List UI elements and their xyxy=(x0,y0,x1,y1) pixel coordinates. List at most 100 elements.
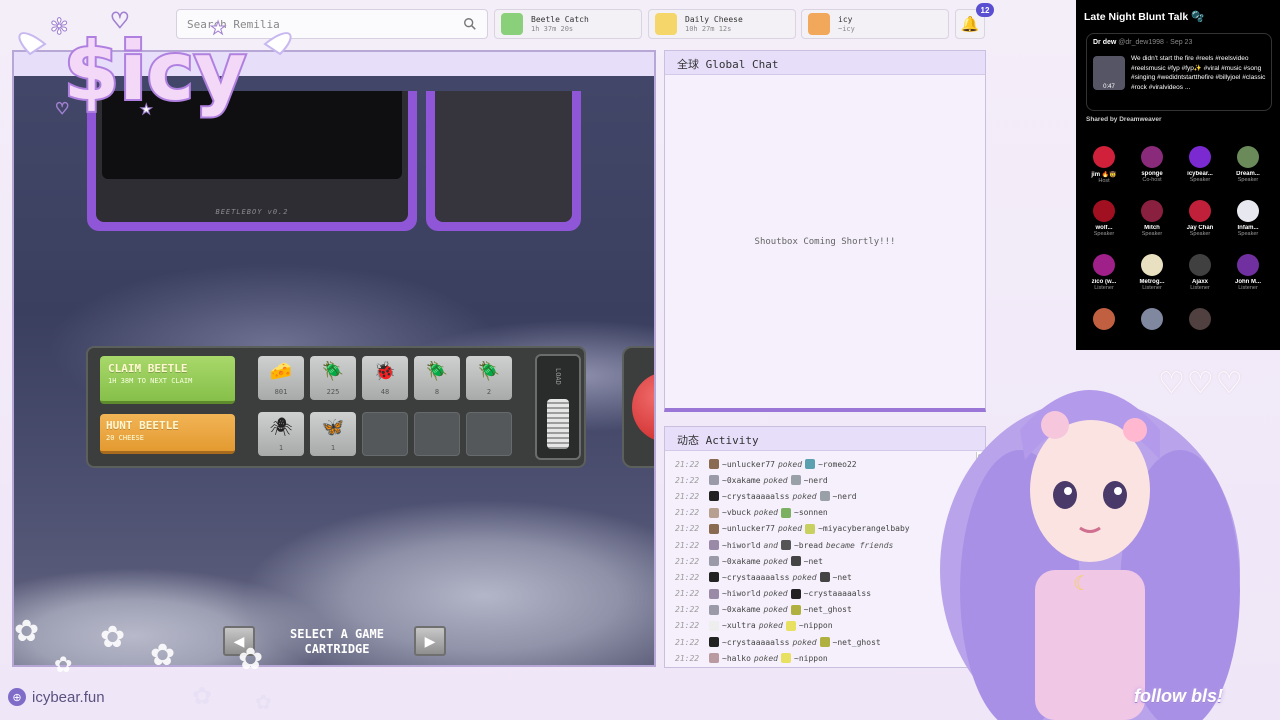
avatar[interactable] xyxy=(709,620,719,631)
space-participant[interactable] xyxy=(1176,308,1224,333)
avatar[interactable] xyxy=(709,491,719,502)
activity-time: 21:22 xyxy=(675,621,700,631)
activity-target[interactable]: ~nippon xyxy=(799,621,833,630)
activity-actor[interactable]: ~crystaaaaalss xyxy=(722,573,789,582)
top-pill-daily-cheese[interactable]: Daily Cheese 10h 27m 12s xyxy=(648,9,796,39)
space-participant[interactable]: icybear... Speaker xyxy=(1176,146,1224,183)
search-icon[interactable] xyxy=(463,17,477,31)
inventory-slot-empty[interactable] xyxy=(414,412,460,456)
space-participant[interactable]: Metrog... Listener xyxy=(1128,254,1176,291)
inventory-slot-empty[interactable] xyxy=(466,412,512,456)
activity-target[interactable]: ~net xyxy=(833,573,852,582)
avatar[interactable] xyxy=(709,556,719,567)
space-participant[interactable]: zico (w... Listener xyxy=(1080,254,1128,291)
inventory-slot-cheese[interactable]: 🧀 801 xyxy=(258,356,304,400)
activity-target[interactable]: ~net_ghost xyxy=(804,605,852,614)
space-participant[interactable]: Ajaxx Listener xyxy=(1176,254,1224,291)
site-link[interactable]: ⊕ icybear.fun xyxy=(8,688,105,706)
avatar[interactable] xyxy=(709,588,719,599)
butterfly-icon: 🦋 xyxy=(321,417,345,437)
secondary-screen[interactable] xyxy=(426,91,581,231)
space-participant[interactable]: John M... Listener xyxy=(1224,254,1272,291)
avatar[interactable] xyxy=(790,588,801,599)
activity-actor[interactable]: ~halko xyxy=(722,654,751,663)
loader-handle[interactable] xyxy=(547,398,569,449)
avatar[interactable] xyxy=(819,572,830,583)
activity-target[interactable]: ~crystaaaaalss xyxy=(804,589,871,598)
avatar[interactable] xyxy=(790,556,801,567)
activity-extra: became friends xyxy=(825,540,894,550)
space-participant[interactable]: jim 🔥🤠 Host xyxy=(1080,146,1128,184)
avatar[interactable] xyxy=(709,572,719,583)
activity-actor[interactable]: ~hiworld xyxy=(722,541,761,550)
hunt-beetle-button[interactable]: HUNT BEETLE 20 CHEESE xyxy=(100,414,235,454)
activity-target[interactable]: ~net xyxy=(804,557,823,566)
shared-post-card[interactable]: Dr dew @dr_dew1998 · Sep 23 0:47 We didn… xyxy=(1086,33,1272,111)
video-thumbnail[interactable]: 0:47 xyxy=(1093,56,1125,90)
activity-time: 21:22 xyxy=(675,491,700,501)
inventory-slot-black-beetle[interactable]: 🕷 1 xyxy=(258,412,304,456)
space-participant[interactable]: Jay Chan Speaker xyxy=(1176,200,1224,237)
activity-target[interactable]: ~miyacyberangelbaby xyxy=(818,524,910,533)
activity-actor[interactable]: ~0xakame xyxy=(722,605,761,614)
activity-actor[interactable]: ~hiworld xyxy=(722,589,761,598)
activity-target[interactable]: ~bread xyxy=(794,541,823,550)
activity-actor[interactable]: ~0xakame xyxy=(722,557,761,566)
space-participant[interactable]: sponge Co-host xyxy=(1128,146,1176,183)
avatar[interactable] xyxy=(780,540,791,551)
activity-actor[interactable]: ~0xakame xyxy=(722,476,761,485)
avatar[interactable] xyxy=(805,523,816,534)
inventory-slot-purple-beetle[interactable]: 🪲 8 xyxy=(414,356,460,400)
inventory-slot-empty[interactable] xyxy=(362,412,408,456)
activity-target[interactable]: ~nippon xyxy=(794,654,828,663)
inventory-slot-ladybug[interactable]: 🐞 48 xyxy=(362,356,408,400)
avatar[interactable] xyxy=(709,540,719,551)
activity-target[interactable]: ~net_ghost xyxy=(833,638,881,647)
activity-target[interactable]: ~romeo22 xyxy=(818,460,857,469)
inventory-slot-butterfly[interactable]: 🦋 1 xyxy=(310,412,356,456)
avatar[interactable] xyxy=(790,475,801,486)
globe-icon: ⊕ xyxy=(8,688,26,706)
inventory-slot-green-beetle[interactable]: 🪲 225 xyxy=(310,356,356,400)
avatar[interactable] xyxy=(805,459,816,470)
space-participant[interactable]: wolf... Speaker xyxy=(1080,200,1128,237)
avatar[interactable] xyxy=(709,459,719,470)
avatar[interactable] xyxy=(709,507,719,518)
top-pill-beetle-catch[interactable]: Beetle Catch 1h 37m 20s xyxy=(494,9,642,39)
next-cartridge-preview[interactable] xyxy=(622,346,654,468)
beetle-console: CLAIM BEETLE 1H 38M TO NEXT CLAIM HUNT B… xyxy=(86,346,586,468)
next-cartridge-button[interactable]: ▶ xyxy=(414,626,446,656)
avatar[interactable] xyxy=(709,604,719,615)
avatar[interactable] xyxy=(709,653,719,664)
avatar[interactable] xyxy=(709,523,719,534)
inventory-slot-blue-beetle[interactable]: 🪲 2 xyxy=(466,356,512,400)
avatar[interactable] xyxy=(819,491,830,502)
activity-actor[interactable]: ~crystaaaaalss xyxy=(722,638,789,647)
avatar[interactable] xyxy=(781,507,791,518)
avatar[interactable] xyxy=(781,653,791,664)
avatar xyxy=(1237,200,1259,222)
activity-actor[interactable]: ~unlucker77 xyxy=(722,524,775,533)
activity-actor[interactable]: ~unlucker77 xyxy=(722,460,775,469)
space-participant[interactable] xyxy=(1080,308,1128,333)
space-participant[interactable]: Dream... Speaker xyxy=(1224,146,1272,183)
activity-actor[interactable]: ~vbuck xyxy=(722,508,751,517)
activity-target[interactable]: ~nerd xyxy=(804,476,828,485)
follow-text: follow bls! xyxy=(1134,686,1223,706)
space-participant[interactable]: Infam... Speaker xyxy=(1224,200,1272,237)
avatar[interactable] xyxy=(785,620,796,631)
activity-actor[interactable]: ~crystaaaaalss xyxy=(722,492,789,501)
activity-actor[interactable]: ~xultra xyxy=(722,621,756,630)
video-duration: 0:47 xyxy=(1103,84,1115,90)
avatar[interactable] xyxy=(819,637,830,648)
space-participant[interactable] xyxy=(1128,308,1176,333)
activity-target[interactable]: ~nerd xyxy=(833,492,857,501)
avatar[interactable] xyxy=(709,637,719,648)
space-participant[interactable]: Mitch Speaker xyxy=(1128,200,1176,237)
top-pill-icy[interactable]: icy ~icy xyxy=(801,9,949,39)
avatar[interactable] xyxy=(790,604,801,615)
claim-beetle-button[interactable]: CLAIM BEETLE 1H 38M TO NEXT CLAIM xyxy=(100,356,235,404)
activity-target[interactable]: ~sonnen xyxy=(794,508,828,517)
cartridge-loader[interactable]: LOAD xyxy=(535,354,581,460)
avatar[interactable] xyxy=(709,475,719,486)
